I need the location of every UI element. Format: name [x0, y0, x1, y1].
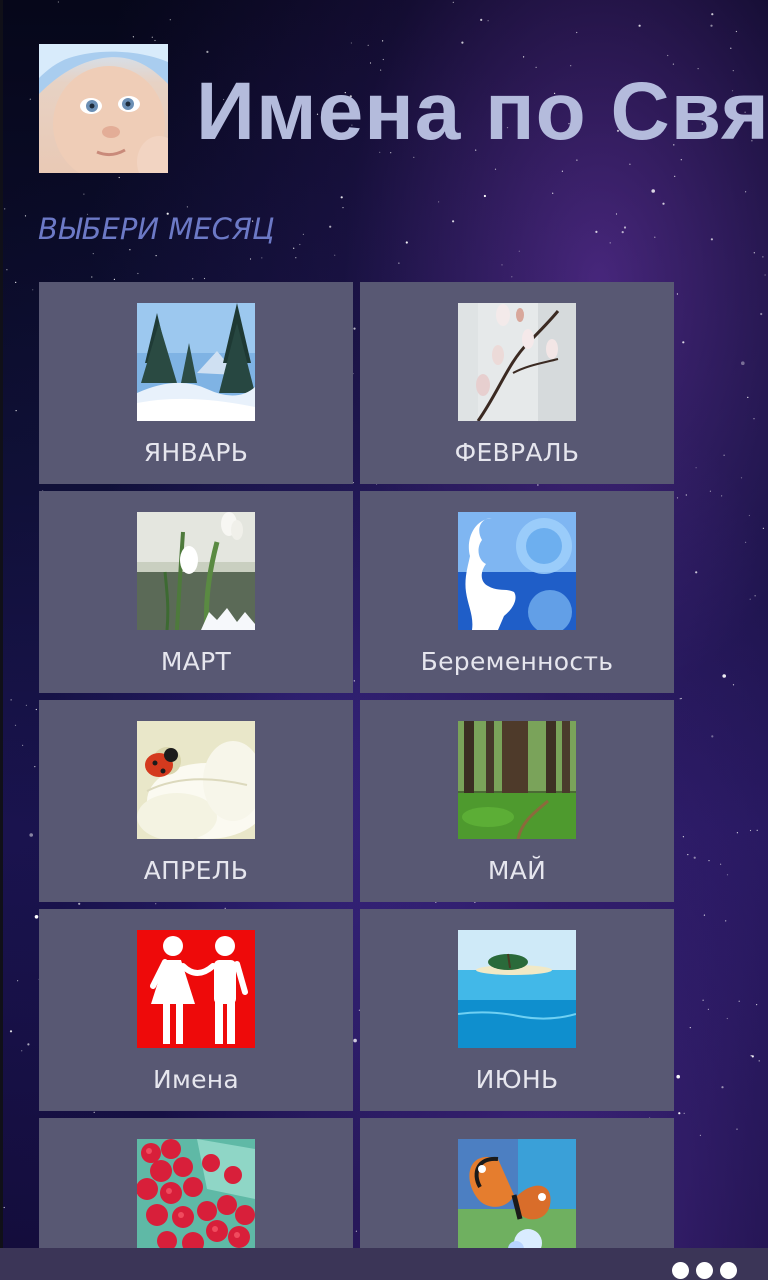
raspberries-icon [137, 1139, 255, 1248]
tile-may[interactable]: МАЙ [360, 700, 674, 902]
winter-forest-icon [137, 303, 255, 421]
app-title: Имена по Святцам [196, 66, 768, 157]
tile-january[interactable]: ЯНВАРЬ [39, 282, 353, 484]
ladybug-flower-icon [137, 721, 255, 839]
month-grid: ЯНВАРЬ ФЕВРАЛЬ МАРТ Беременность АПРЕЛЬ … [39, 282, 675, 1248]
tile-june[interactable]: ИЮНЬ [360, 909, 674, 1111]
tile-label: МАРТ [160, 647, 232, 676]
tile-label: Имена [152, 1065, 240, 1094]
snowdrop-icon [137, 512, 255, 630]
tile-august[interactable] [360, 1118, 674, 1248]
header: Имена по Святцам [0, 0, 768, 200]
app-bar [0, 1248, 768, 1280]
tile-names[interactable]: Имена [39, 909, 353, 1111]
tile-april[interactable]: АПРЕЛЬ [39, 700, 353, 902]
green-forest-icon [458, 721, 576, 839]
butterfly-icon [458, 1139, 576, 1248]
tile-label: ИЮНЬ [475, 1065, 559, 1094]
tile-february[interactable]: ФЕВРАЛЬ [360, 282, 674, 484]
baby-avatar-image [39, 44, 168, 173]
willow-branch-icon [458, 303, 576, 421]
pregnant-silhouette-icon [458, 512, 576, 630]
tropical-island-icon [458, 930, 576, 1048]
tile-label: МАЙ [487, 856, 547, 885]
choose-month-heading: ВЫБЕРИ МЕСЯЦ [38, 212, 275, 246]
tile-pregnancy[interactable]: Беременность [360, 491, 674, 693]
tile-label: ЯНВАРЬ [143, 438, 249, 467]
tile-march[interactable]: МАРТ [39, 491, 353, 693]
tile-july[interactable] [39, 1118, 353, 1248]
tile-label: Беременность [420, 647, 614, 676]
couple-sign-icon [137, 930, 255, 1048]
ellipsis-icon[interactable] [672, 1260, 742, 1280]
tile-label: ФЕВРАЛЬ [454, 438, 580, 467]
tile-label: АПРЕЛЬ [143, 856, 249, 885]
